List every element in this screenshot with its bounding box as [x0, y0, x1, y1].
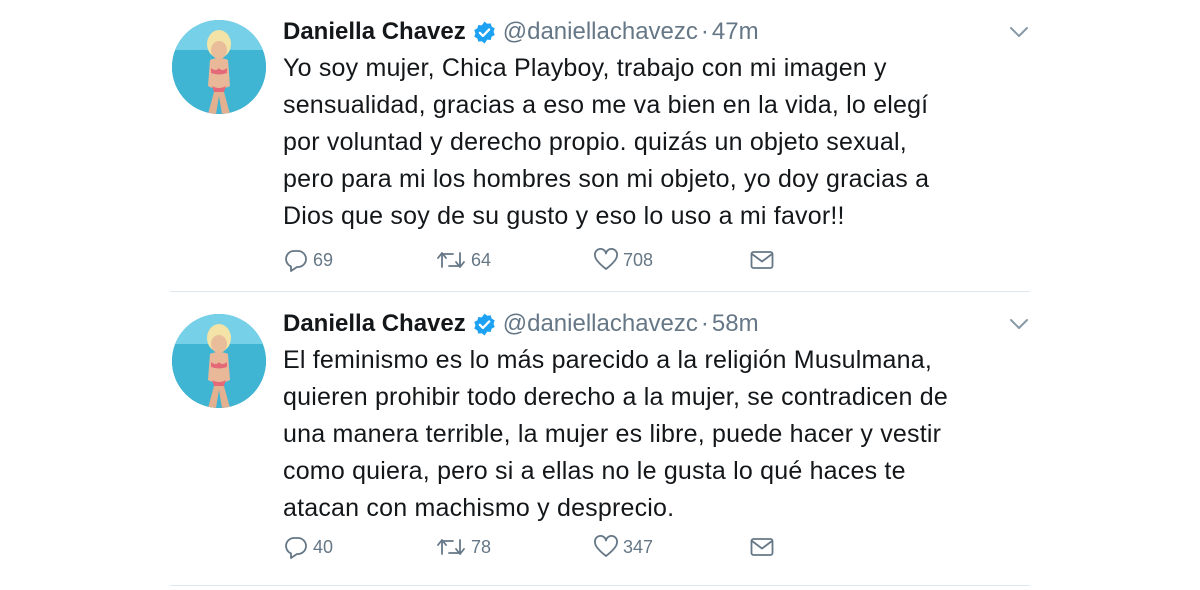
- avatar[interactable]: [172, 314, 266, 408]
- reply-button[interactable]: 69: [283, 245, 333, 275]
- like-button[interactable]: 708: [593, 245, 653, 275]
- tweet-text-line: atacan con machismo y desprecio.: [283, 494, 675, 522]
- tweet[interactable]: Daniella Chavez @daniellachavezc · 58m E…: [0, 292, 1200, 590]
- tweet-text-line: como quiera, pero si a ellas no le gusta…: [283, 457, 906, 485]
- timestamp[interactable]: 58m: [712, 310, 759, 338]
- tweet-header: Daniella Chavez @daniellachavezc · 58m: [283, 308, 759, 340]
- tweet-header: Daniella Chavez @daniellachavezc · 47m: [283, 16, 759, 48]
- retweet-button[interactable]: 78: [435, 532, 491, 562]
- chevron-down-icon[interactable]: [1008, 24, 1030, 40]
- reply-icon: [283, 248, 313, 272]
- display-name[interactable]: Daniella Chavez: [283, 310, 466, 338]
- tweet-text: El feminismo es lo más parecido a la rel…: [283, 342, 1043, 527]
- tweet-text-line: Yo soy mujer, Chica Playboy, trabajo con…: [283, 54, 887, 82]
- handle[interactable]: @daniellachavezc: [503, 18, 698, 46]
- envelope-icon: [749, 535, 779, 559]
- reply-count: 69: [313, 249, 334, 270]
- timestamp[interactable]: 47m: [712, 18, 759, 46]
- envelope-icon: [749, 248, 779, 272]
- tweet-text-line: una manera terrible, la mujer es libre, …: [283, 420, 942, 448]
- separator-dot: ·: [700, 310, 709, 337]
- tweet-text-line: El feminismo es lo más parecido a la rel…: [283, 346, 932, 374]
- tweet-divider: [170, 585, 1030, 586]
- tweet-text-line: Dios que soy de su gusto y eso lo uso a …: [283, 202, 845, 230]
- direct-message-button[interactable]: [749, 532, 779, 562]
- display-name[interactable]: Daniella Chavez: [283, 18, 466, 46]
- retweet-icon: [435, 535, 471, 559]
- direct-message-button[interactable]: [749, 245, 779, 275]
- tweet-text: Yo soy mujer, Chica Playboy, trabajo con…: [283, 50, 1043, 235]
- tweet-text-line: quieren prohibir todo derecho a la mujer…: [283, 383, 948, 411]
- like-count: 347: [623, 536, 654, 557]
- tweet-actions: 40 78 347: [283, 532, 803, 562]
- verified-badge-icon: [472, 20, 497, 45]
- like-button[interactable]: 347: [593, 532, 653, 562]
- tweet[interactable]: Daniella Chavez @daniellachavezc · 47m Y…: [0, 0, 1200, 292]
- tweet-text-line: por voluntad y derecho propio. quizás un…: [283, 128, 907, 156]
- reply-count: 40: [313, 536, 334, 557]
- retweet-count: 78: [471, 536, 492, 557]
- separator-dot: ·: [700, 18, 709, 45]
- like-count: 708: [623, 249, 654, 270]
- avatar[interactable]: [172, 20, 266, 114]
- chevron-down-icon[interactable]: [1008, 316, 1030, 332]
- tweet-text-line: pero para mi los hombres son mi objeto, …: [283, 165, 930, 193]
- tweet-actions: 69 64 708: [283, 245, 803, 275]
- handle[interactable]: @daniellachavezc: [503, 310, 698, 338]
- tweet-text-line: sensualidad, gracias a eso me va bien en…: [283, 91, 929, 119]
- retweet-button[interactable]: 64: [435, 245, 491, 275]
- reply-button[interactable]: 40: [283, 532, 333, 562]
- retweet-icon: [435, 248, 471, 272]
- reply-icon: [283, 535, 313, 559]
- verified-badge-icon: [472, 312, 497, 337]
- heart-icon: [593, 248, 623, 272]
- retweet-count: 64: [471, 249, 492, 270]
- heart-icon: [593, 535, 623, 559]
